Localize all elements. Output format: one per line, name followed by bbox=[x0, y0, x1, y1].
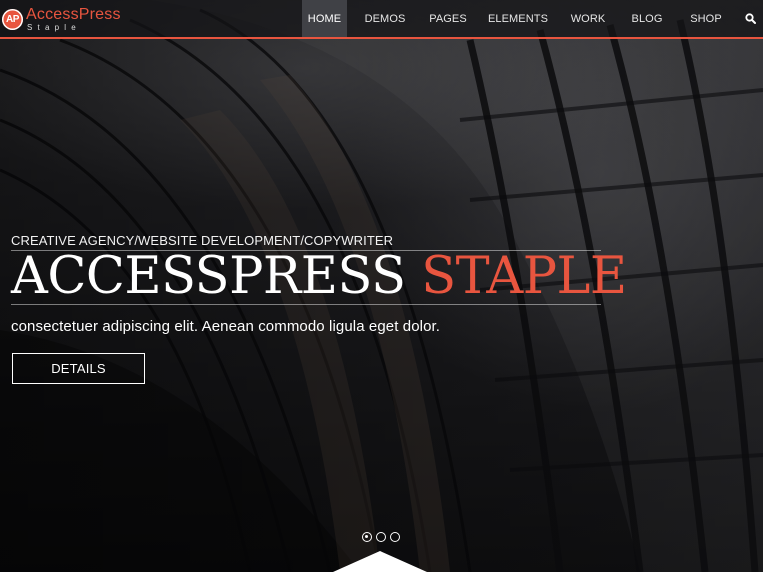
logo-badge: AP bbox=[2, 8, 23, 30]
details-button[interactable]: DETAILS bbox=[12, 353, 145, 384]
logo-text: AccessPress Staple bbox=[26, 5, 121, 32]
hero-title-accent: STAPLE bbox=[421, 247, 627, 306]
nav-item-elements[interactable]: ELEMENTS bbox=[479, 0, 557, 37]
site-logo[interactable]: AP AccessPress Staple bbox=[2, 6, 121, 32]
search-button[interactable] bbox=[737, 0, 763, 37]
slider-dot-2[interactable] bbox=[376, 532, 386, 542]
hero-title-primary: ACCESSPRESS bbox=[11, 247, 406, 306]
logo-tagline: Staple bbox=[27, 22, 81, 32]
hero-title: ACCESSPRESS STAPLE bbox=[11, 251, 627, 305]
slider-pagination bbox=[362, 532, 400, 542]
nav-item-shop[interactable]: SHOP bbox=[675, 0, 737, 37]
main-navigation: HOME DEMOS PAGES ELEMENTS WORK BLOG SHOP bbox=[302, 0, 763, 37]
nav-item-pages[interactable]: PAGES bbox=[417, 0, 479, 37]
page: AP AccessPress Staple HOME DEMOS PAGES E… bbox=[0, 0, 763, 572]
nav-item-demos[interactable]: DEMOS bbox=[353, 0, 417, 37]
nav-item-home[interactable]: HOME bbox=[302, 0, 347, 37]
search-icon bbox=[744, 13, 756, 24]
slider-dot-3[interactable] bbox=[390, 532, 400, 542]
scroll-down-arrow-icon[interactable] bbox=[333, 551, 427, 572]
logo-name: AccessPress bbox=[26, 5, 121, 23]
hero-subtitle: consectetuer adipiscing elit. Aenean com… bbox=[11, 318, 441, 335]
nav-item-blog[interactable]: BLOG bbox=[619, 0, 675, 37]
nav-item-work[interactable]: WORK bbox=[557, 0, 619, 37]
hero-content: CREATIVE AGENCY/WEBSITE DEVELOPMENT/COPY… bbox=[11, 232, 627, 384]
site-header: AP AccessPress Staple HOME DEMOS PAGES E… bbox=[0, 0, 763, 39]
slider-dot-1[interactable] bbox=[362, 532, 372, 542]
